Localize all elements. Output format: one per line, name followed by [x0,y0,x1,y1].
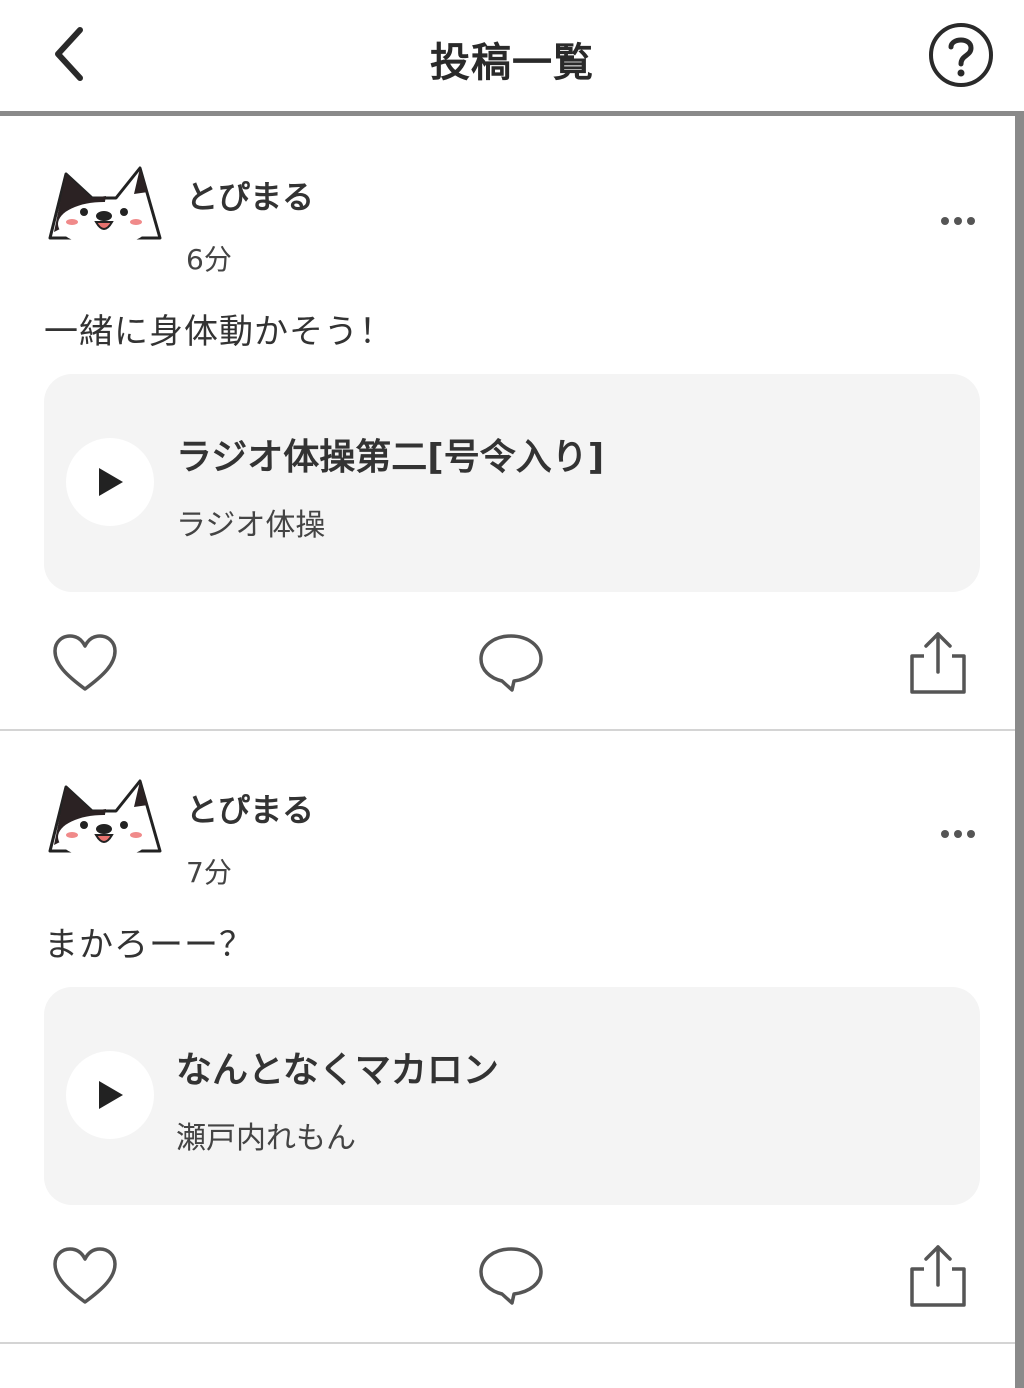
more-options-button[interactable] [928,206,988,236]
share-button[interactable] [902,1243,972,1309]
avatar[interactable] [44,775,164,859]
help-button[interactable] [928,22,994,88]
share-icon [910,1245,966,1307]
more-dot [954,830,962,838]
share-icon [910,632,966,694]
like-button[interactable] [50,630,120,696]
post-card: とぴまる 7分 まかろーー？ なんとなくマカロン 瀬戸内れもん [0,731,1015,1344]
track-artist: ラジオ体操 [176,508,326,543]
app-header: 投稿一覧 [0,0,1024,116]
heart-icon [53,1247,117,1304]
play-icon [99,468,123,496]
more-dots-icon [941,217,949,225]
page-title: 投稿一覧 [430,40,594,86]
more-options-button[interactable] [928,819,988,849]
speech-bubble-icon [479,1247,543,1305]
more-dot [967,217,975,225]
more-dot [967,830,975,838]
track-title: ラジオ体操第二[号令入り] [176,437,605,478]
post-text: 一緒に身体動かそう！ [44,312,394,352]
avatar[interactable] [44,162,164,246]
speech-bubble-icon [479,634,543,692]
track-card[interactable]: なんとなくマカロン 瀬戸内れもん [44,987,980,1205]
track-title: なんとなくマカロン [176,1050,499,1091]
comment-button[interactable] [476,1243,546,1309]
more-dot [954,217,962,225]
track-artist: 瀬戸内れもん [176,1121,356,1156]
play-button[interactable] [66,1051,154,1139]
heart-icon [53,634,117,691]
comment-button[interactable] [476,630,546,696]
post-card: とぴまる 6分 一緒に身体動かそう！ ラジオ体操第二[号令入り] ラジオ体操 [0,118,1015,731]
question-circle-icon [929,23,993,87]
play-icon [99,1081,123,1109]
post-time: 6分 [186,243,232,276]
like-button[interactable] [50,1243,120,1309]
track-card[interactable]: ラジオ体操第二[号令入り] ラジオ体操 [44,374,980,592]
share-button[interactable] [902,630,972,696]
post-time: 7分 [186,856,232,889]
post-text: まかろーー？ [44,925,254,965]
username[interactable]: とぴまる [186,785,314,831]
scrollbar[interactable] [1015,116,1024,1388]
username[interactable]: とぴまる [186,172,314,218]
more-dots-icon [941,830,949,838]
play-button[interactable] [66,438,154,526]
